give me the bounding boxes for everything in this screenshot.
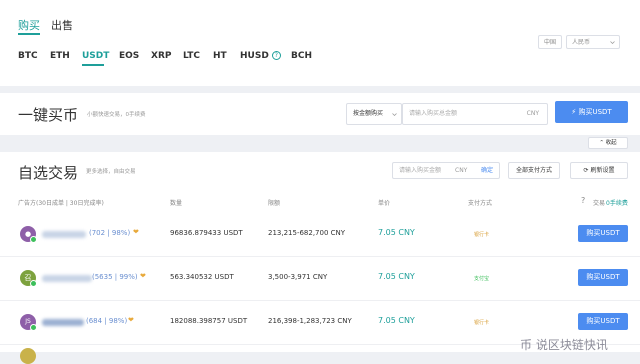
buy-mode-value: 按金额购买 bbox=[353, 110, 384, 117]
medal-icon: ❤ bbox=[140, 272, 146, 280]
price-cell: 7.05 CNY bbox=[378, 272, 415, 281]
quantity-cell: 563.340532 USDT bbox=[170, 273, 234, 281]
advertiser-name[interactable] bbox=[42, 275, 92, 282]
buy-mode-select[interactable]: 按金额购买 bbox=[346, 103, 402, 125]
buy-usdt-button[interactable]: 购买USDT bbox=[578, 269, 628, 286]
coin-tab-usdt-underline bbox=[82, 64, 104, 66]
col-advertiser: 广告方(30日成单 | 30日完成率) bbox=[18, 200, 104, 207]
confirm-button[interactable]: 确定 bbox=[481, 163, 493, 178]
order-amount-input[interactable]: 请输入购买金额 CNY 确定 bbox=[392, 162, 500, 179]
collapse-button-label: 收起 bbox=[605, 140, 617, 146]
amount-input[interactable]: 请输入购买总金额 CNY bbox=[402, 103, 548, 125]
payment-method: 支付宝 bbox=[474, 276, 490, 282]
limit-cell: 213,215-682,700 CNY bbox=[268, 229, 346, 237]
coin-tab-bch[interactable]: BCH bbox=[291, 51, 312, 61]
coin-tab-eos[interactable]: EOS bbox=[119, 51, 139, 61]
order-currency-unit: CNY bbox=[455, 167, 468, 174]
refresh-settings-button[interactable]: ⟳ 刷新设置 bbox=[570, 162, 628, 179]
refresh-settings-label: 刷新设置 bbox=[590, 167, 615, 174]
quantity-cell: 96836.879433 USDT bbox=[170, 229, 243, 237]
col-trade: 交易 bbox=[593, 200, 606, 207]
online-dot bbox=[30, 236, 37, 243]
limit-cell: 3,500-3,971 CNY bbox=[268, 273, 328, 281]
col-quantity: 数量 bbox=[170, 200, 183, 207]
amount-placeholder: 请输入购买总金额 bbox=[409, 110, 458, 117]
coin-tab-ht[interactable]: HT bbox=[213, 51, 227, 61]
tab-sell[interactable]: 出售 bbox=[51, 17, 73, 33]
currency-select-value: 人民币 bbox=[572, 39, 591, 46]
coin-tab-husd[interactable]: HUSD? bbox=[240, 51, 281, 61]
coin-tab-eth[interactable]: ETH bbox=[50, 51, 70, 61]
col-limit: 限额 bbox=[268, 200, 281, 207]
chevron-up-icon: ⌃ bbox=[599, 140, 604, 146]
medal-icon: ❤ bbox=[128, 316, 134, 324]
buy-usdt-button[interactable]: 购买USDT bbox=[578, 225, 628, 242]
col-price: 单价 bbox=[378, 200, 391, 207]
medal-icon: ❤ bbox=[133, 228, 139, 236]
quick-buy-button-label: 购买USDT bbox=[578, 108, 612, 116]
advertiser-stats: (702 | 98%) bbox=[89, 229, 131, 237]
quantity-cell: 182088.398757 USDT bbox=[170, 317, 248, 325]
col-payment: 支付方式 bbox=[468, 200, 493, 207]
quick-buy-button[interactable]: ⚡ 购买USDT bbox=[555, 101, 628, 123]
limit-cell: 216,398-1,283,723 CNY bbox=[268, 317, 352, 325]
chevron-down-icon bbox=[392, 113, 397, 117]
info-icon[interactable]: ? bbox=[271, 51, 281, 60]
info-icon[interactable]: ? bbox=[581, 196, 585, 205]
price-cell: 7.05 CNY bbox=[378, 316, 415, 325]
coin-tab-btc[interactable]: BTC bbox=[18, 51, 38, 61]
payment-filter-select[interactable]: 全部支付方式 bbox=[508, 162, 560, 179]
orders-title: 自选交易 bbox=[18, 164, 79, 182]
tab-buy[interactable]: 购买 bbox=[18, 17, 40, 33]
lightning-icon: ⚡ bbox=[571, 108, 577, 116]
coin-tab-usdt[interactable]: USDT bbox=[82, 51, 109, 61]
currency-unit: CNY bbox=[526, 110, 539, 117]
avatar[interactable]: ● bbox=[20, 226, 37, 243]
advertiser-stats: (5635 | 99%) bbox=[92, 273, 138, 281]
advertiser-name[interactable] bbox=[42, 231, 86, 238]
online-dot bbox=[30, 280, 37, 287]
avatar bbox=[20, 348, 36, 364]
price-cell: 7.05 CNY bbox=[378, 228, 415, 237]
region-select[interactable]: 中国 bbox=[538, 35, 562, 49]
coin-tab-husd-label: HUSD bbox=[240, 51, 269, 61]
currency-select[interactable]: 人民币 bbox=[566, 35, 620, 49]
avatar[interactable]: 召 bbox=[20, 270, 37, 287]
order-amount-placeholder: 请输入购买金额 bbox=[399, 167, 442, 174]
market-header: 购买 出售 BTC ETH USDT EOS XRP LTC HT HUSD? … bbox=[0, 0, 640, 86]
quick-buy-title: 一键买币 bbox=[18, 106, 79, 124]
watermark: 币 说区块链快讯 bbox=[520, 338, 608, 352]
advertiser-stats: (684 | 98%) bbox=[86, 317, 128, 325]
table-row: 召 (5635 | 99%) ❤ 563.340532 USDT 3,500-3… bbox=[0, 256, 640, 301]
coin-tab-ltc[interactable]: LTC bbox=[183, 51, 200, 61]
collapse-button[interactable]: ⌃ 收起 bbox=[588, 137, 628, 149]
chevron-down-icon bbox=[610, 41, 615, 45]
orders-subtitle: 更多选择，自由交易 bbox=[86, 169, 136, 175]
payment-method: 银行卡 bbox=[474, 320, 490, 326]
online-dot bbox=[30, 324, 37, 331]
payment-method: 银行卡 bbox=[474, 232, 490, 238]
coin-tab-xrp[interactable]: XRP bbox=[151, 51, 171, 61]
quick-buy-panel: 一键买币 小额快速交易，0手续费 按金额购买 请输入购买总金额 CNY ⚡ 购买… bbox=[0, 93, 640, 135]
refresh-icon: ⟳ bbox=[583, 167, 589, 174]
advertiser-name[interactable] bbox=[42, 319, 84, 326]
quick-buy-subtitle: 小额快速交易，0手续费 bbox=[87, 112, 146, 118]
avatar[interactable]: JS bbox=[20, 314, 37, 331]
zero-fee-badge: 0手续费 bbox=[606, 200, 628, 207]
tab-buy-underline bbox=[18, 33, 40, 35]
orders-panel: 自选交易 更多选择，自由交易 请输入购买金额 CNY 确定 全部支付方式 ⟳ 刷… bbox=[0, 152, 640, 364]
buy-usdt-button[interactable]: 购买USDT bbox=[578, 313, 628, 330]
avatar-letter: JS bbox=[25, 318, 31, 325]
table-row: ● (702 | 98%) ❤ 96836.879433 USDT 213,21… bbox=[0, 212, 640, 257]
